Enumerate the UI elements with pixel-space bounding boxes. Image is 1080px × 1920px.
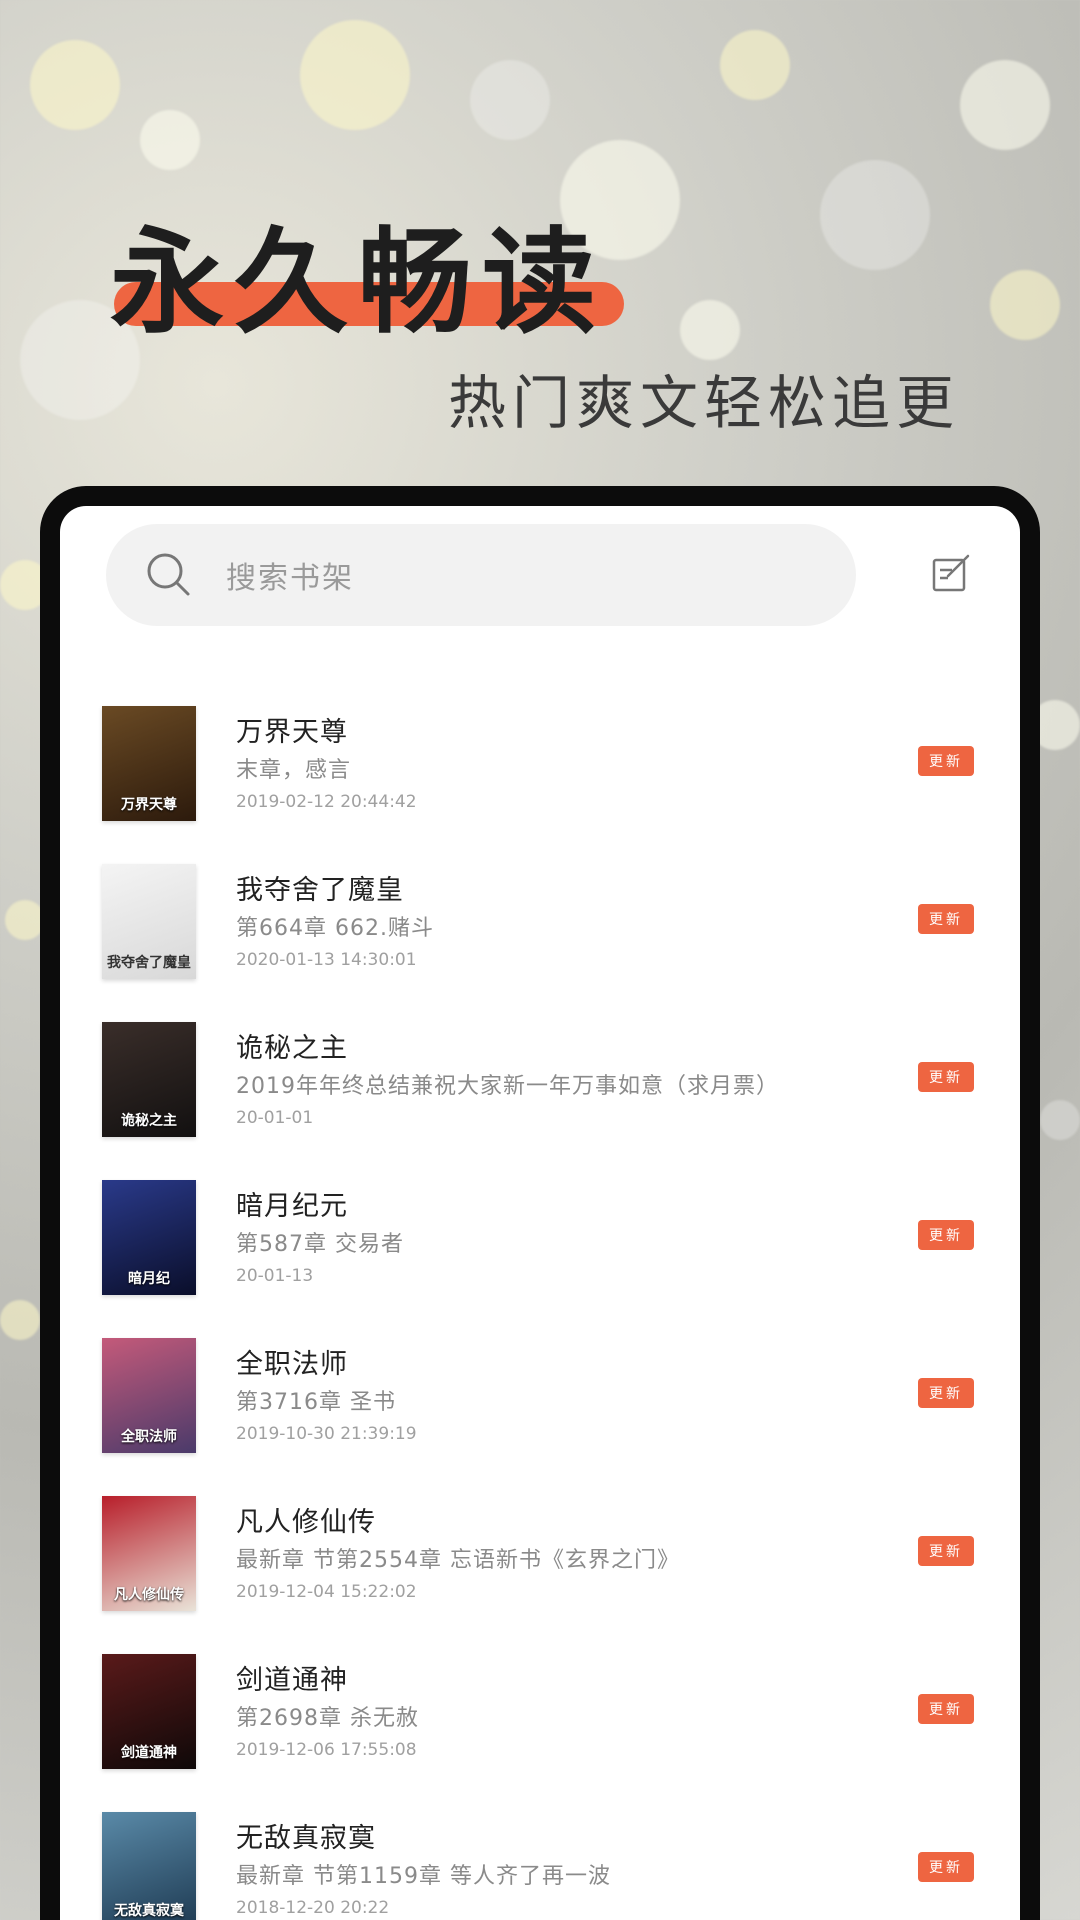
book-cover-title: 剑道通神 [121, 1745, 177, 1761]
promo-subheadline: 热门爽文轻松追更 [447, 369, 960, 437]
search-icon [147, 553, 190, 596]
book-cover[interactable]: 诡秘之主 [102, 1022, 196, 1137]
book-update-time: 2018-12-20 20:22 [236, 1898, 390, 1918]
update-badge: 更新 [918, 904, 974, 934]
book-title: 我夺舍了魔皇 [236, 875, 404, 906]
book-cover[interactable]: 暗月纪 [102, 1180, 196, 1295]
book-row[interactable]: 我夺舍了魔皇 我夺舍了魔皇 第664章 662.赌斗 2020-01-13 14:30… [60, 864, 1020, 1022]
book-row[interactable]: 诡秘之主 诡秘之主 2019年年终总结兼祝大家新一年万事如意（求月票） 20-01-0… [60, 1022, 1020, 1180]
book-title: 万界天尊 [236, 717, 348, 748]
book-latest-chapter: 第3716章 圣书 [236, 1390, 396, 1415]
book-cover-title: 暗月纪 [128, 1271, 170, 1287]
book-update-time: 20-01-01 [236, 1108, 314, 1128]
book-row[interactable]: 万界天尊 万界天尊 末章，感言 2019-02-12 20:44:42 更新 [60, 706, 1020, 864]
search-placeholder: 搜索书架 [226, 561, 354, 596]
book-latest-chapter: 第587章 交易者 [236, 1232, 404, 1257]
book-update-time: 2019-10-30 21:39:19 [236, 1424, 417, 1444]
book-update-time: 2020-01-13 14:30:01 [236, 950, 417, 970]
book-update-time: 2019-12-04 15:22:02 [236, 1582, 417, 1602]
book-row[interactable]: 暗月纪 暗月纪元第587章 交易者 20-01-13 更新 [60, 1180, 1020, 1338]
edit-icon[interactable] [930, 552, 974, 596]
app-screen: 搜索书架 万界天尊 万界天尊 末章，感言 2019-02-12 20:44:42 更新我… [60, 506, 1020, 1920]
book-cover-title: 诡秘之主 [121, 1113, 177, 1129]
update-badge: 更新 [918, 1062, 974, 1092]
book-cover[interactable]: 凡人修仙传 [102, 1496, 196, 1611]
book-title: 诡秘之主 [236, 1033, 348, 1064]
update-badge: 更新 [918, 1378, 974, 1408]
book-cover[interactable]: 全职法师 [102, 1338, 196, 1453]
book-title: 凡人修仙传 [236, 1507, 376, 1538]
book-latest-chapter: 末章，感言 [236, 758, 352, 783]
book-latest-chapter: 最新章 节第2554章 忘语新书《玄界之门》 [236, 1548, 680, 1573]
book-title: 剑道通神 [236, 1665, 348, 1696]
book-cover-title: 无敌真寂寞 [114, 1903, 184, 1919]
book-title: 全职法师 [236, 1349, 348, 1380]
book-cover-title: 凡人修仙传 [114, 1587, 184, 1603]
book-cover[interactable]: 我夺舍了魔皇 [102, 864, 196, 979]
update-badge: 更新 [918, 1220, 974, 1250]
book-cover[interactable]: 无敌真寂寞 [102, 1812, 196, 1920]
book-row[interactable]: 凡人修仙传 凡人修仙传 最新章 节第2554章 忘语新书《玄界之门》 2019-12-… [60, 1496, 1020, 1654]
book-title: 无敌真寂寞 [236, 1823, 376, 1854]
book-cover-title: 万界天尊 [121, 797, 177, 813]
book-update-time: 20-01-13 [236, 1266, 314, 1286]
book-latest-chapter: 最新章 节第1159章 等人齐了再一波 [236, 1864, 611, 1889]
book-title: 暗月纪元 [236, 1191, 348, 1222]
book-row[interactable]: 全职法师 全职法师 第3716章 圣书 2019-10-30 21:39:19 更新 [60, 1338, 1020, 1496]
update-badge: 更新 [918, 1852, 974, 1882]
update-badge: 更新 [918, 1536, 974, 1566]
bookshelf-list: 万界天尊 万界天尊 末章，感言 2019-02-12 20:44:42 更新 我夺舍了魔皇… [60, 706, 1020, 1920]
book-latest-chapter: 第664章 662.赌斗 [236, 916, 434, 941]
book-cover-title: 我夺舍了魔皇 [107, 955, 191, 971]
book-row[interactable]: 剑道通神 剑道通神 第2698章 杀无赦 2019-12-06 17:55:08 更新 [60, 1654, 1020, 1812]
device-frame: 搜索书架 万界天尊 万界天尊 末章，感言 2019-02-12 20:44:42 更新我… [40, 486, 1040, 1920]
book-latest-chapter: 2019年年终总结兼祝大家新一年万事如意（求月票） [236, 1074, 779, 1099]
book-update-time: 2019-02-12 20:44:42 [236, 792, 417, 812]
promo-headline: 永久畅读 [110, 216, 607, 349]
book-row[interactable]: 无敌真寂寞 无敌真寂寞 最新章 节第1159章 等人齐了再一波 2018-12-20 … [60, 1812, 1020, 1920]
book-cover[interactable]: 万界天尊 [102, 706, 196, 821]
book-update-time: 2019-12-06 17:55:08 [236, 1740, 417, 1760]
book-latest-chapter: 第2698章 杀无赦 [236, 1706, 419, 1731]
update-badge: 更新 [918, 1694, 974, 1724]
search-bar[interactable]: 搜索书架 [106, 524, 856, 626]
update-badge: 更新 [918, 746, 974, 776]
book-cover-title: 全职法师 [121, 1429, 177, 1445]
book-cover[interactable]: 剑道通神 [102, 1654, 196, 1769]
